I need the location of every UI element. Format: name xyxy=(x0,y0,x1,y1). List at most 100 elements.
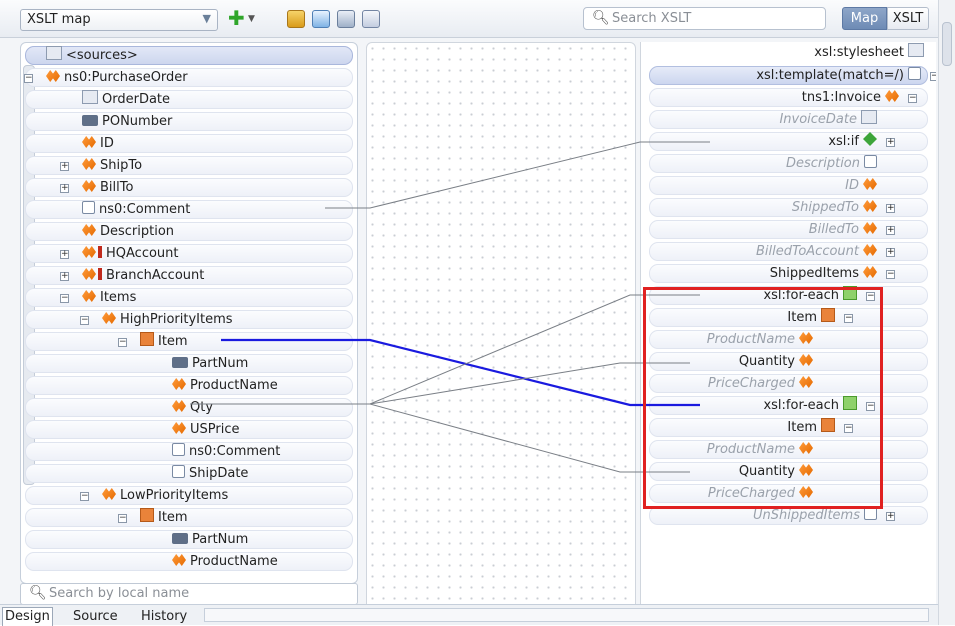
target-node[interactable]: ProductName xyxy=(649,330,928,349)
source-node-label-wrap: ns0:Comment xyxy=(172,442,280,461)
source-node[interactable]: − Items xyxy=(25,288,353,307)
source-node[interactable]: ns0:Comment xyxy=(25,442,353,461)
target-node[interactable]: Description xyxy=(649,154,928,173)
source-node[interactable]: ID xyxy=(25,134,353,153)
target-node[interactable]: + UnShippedItems xyxy=(649,506,928,525)
source-node[interactable]: + ShipTo xyxy=(25,156,353,175)
target-node[interactable]: PriceCharged xyxy=(649,374,928,393)
target-node[interactable]: InvoiceDate xyxy=(649,110,928,129)
target-node[interactable]: − ShippedItems xyxy=(649,264,928,283)
attribute-icon xyxy=(172,357,188,368)
target-node[interactable]: − xsl:for-each xyxy=(649,286,928,305)
tab-xslt[interactable]: XSLT xyxy=(887,7,929,30)
target-node[interactable]: ID xyxy=(649,176,928,195)
collapse-icon[interactable]: − xyxy=(908,94,917,103)
source-node-label: BranchAccount xyxy=(106,268,205,283)
source-node[interactable]: Description xyxy=(25,222,353,241)
target-node[interactable]: − xsl:template(match=/) xyxy=(649,66,936,85)
expand-icon[interactable]: + xyxy=(60,184,69,193)
collapse-icon[interactable]: − xyxy=(866,402,875,411)
source-node[interactable]: PartNum xyxy=(25,354,353,373)
target-node[interactable]: ProductName xyxy=(649,440,928,459)
collapse-icon[interactable]: − xyxy=(118,338,127,347)
local-name-search-input[interactable]: 🔍︎ Search by local name xyxy=(20,583,358,605)
expand-icon[interactable]: + xyxy=(60,250,69,259)
expand-icon[interactable]: + xyxy=(60,272,69,281)
tab-map[interactable]: Map xyxy=(842,7,887,30)
source-node[interactable]: − ns0:PurchaseOrder xyxy=(24,68,353,87)
target-node[interactable]: + BilledTo xyxy=(649,220,928,239)
collapse-icon[interactable]: − xyxy=(60,294,69,303)
expand-icon[interactable]: + xyxy=(886,138,895,147)
collapse-icon[interactable]: − xyxy=(118,514,127,523)
source-node[interactable]: OrderDate xyxy=(25,90,353,109)
source-node[interactable]: + BranchAccount xyxy=(25,266,353,285)
collapse-icon[interactable]: − xyxy=(80,492,89,501)
tab-design[interactable]: Design xyxy=(2,607,53,626)
target-node[interactable]: − Item xyxy=(649,308,928,327)
search-icon: 🔍︎ xyxy=(29,585,47,601)
collapse-icon[interactable]: − xyxy=(844,424,853,433)
source-node-label: ns0:Comment xyxy=(99,202,191,217)
collapse-icon[interactable]: − xyxy=(80,316,89,325)
expand-icon[interactable]: + xyxy=(886,226,895,235)
target-node[interactable]: + ShippedTo xyxy=(649,198,928,217)
target-scrollbar[interactable] xyxy=(938,0,955,625)
expand-icon[interactable]: + xyxy=(886,248,895,257)
target-node[interactable]: + xsl:if xyxy=(649,132,928,151)
source-node[interactable]: PartNum xyxy=(25,530,353,549)
target-node-label: xsl:for-each xyxy=(763,398,839,413)
source-node[interactable]: − Item xyxy=(25,508,353,527)
source-node[interactable]: ns0:Comment xyxy=(25,200,353,219)
properties-icon[interactable] xyxy=(362,10,380,28)
mapping-canvas[interactable] xyxy=(366,42,636,616)
test-run-icon[interactable] xyxy=(312,10,330,28)
source-node[interactable]: <sources> xyxy=(25,46,353,65)
source-node[interactable]: − LowPriorityItems xyxy=(25,486,353,505)
source-node[interactable]: − HighPriorityItems xyxy=(25,310,353,329)
collapse-icon[interactable]: − xyxy=(24,74,33,83)
source-node[interactable]: ShipDate xyxy=(25,464,353,483)
target-node-label-wrap: Item xyxy=(787,308,835,327)
expand-icon[interactable]: + xyxy=(60,162,69,171)
map-type-select[interactable]: XSLT map ▼ xyxy=(20,9,218,31)
source-node[interactable]: ProductName xyxy=(25,376,353,395)
source-node[interactable]: ProductName xyxy=(25,552,353,571)
target-node-label-wrap: Quantity xyxy=(739,462,813,481)
target-node[interactable]: Quantity xyxy=(649,352,928,371)
source-node[interactable]: + BillTo xyxy=(25,178,353,197)
source-node-label-wrap: BillTo xyxy=(82,178,133,197)
expand-icon[interactable]: + xyxy=(886,204,895,213)
target-node[interactable]: xsl:stylesheet xyxy=(649,43,928,63)
tab-source[interactable]: Source xyxy=(70,607,121,626)
source-node[interactable]: USPrice xyxy=(25,420,353,439)
collapse-icon[interactable]: − xyxy=(930,72,936,81)
horizontal-scrollbar[interactable] xyxy=(204,608,929,622)
tab-history[interactable]: History xyxy=(138,607,190,626)
target-node[interactable]: − Item xyxy=(649,418,928,437)
attribute-icon xyxy=(82,115,98,126)
target-node-label-wrap: PriceCharged xyxy=(708,484,813,503)
source-node-label-wrap: Items xyxy=(82,288,136,307)
source-node[interactable]: + HQAccount xyxy=(25,244,353,263)
attribute-icon xyxy=(172,533,188,544)
scrollbar-thumb[interactable] xyxy=(942,22,952,66)
source-node[interactable]: Qty xyxy=(25,398,353,417)
add-icon[interactable]: ✚ xyxy=(228,8,246,28)
target-node[interactable]: − tns1:Invoice xyxy=(649,88,928,107)
expand-icon[interactable]: + xyxy=(886,512,895,521)
target-node[interactable]: + BilledToAccount xyxy=(649,242,928,261)
collapse-icon[interactable]: − xyxy=(844,314,853,323)
collapse-icon[interactable]: − xyxy=(866,292,875,301)
source-node[interactable]: PONumber xyxy=(25,112,353,131)
generate-report-icon[interactable] xyxy=(337,10,355,28)
target-node[interactable]: PriceCharged xyxy=(649,484,928,503)
target-node[interactable]: − xsl:for-each xyxy=(649,396,928,415)
add-dropdown-icon[interactable]: ▼ xyxy=(248,10,256,28)
source-node[interactable]: − Item xyxy=(25,332,353,351)
collapse-icon[interactable]: − xyxy=(886,270,895,279)
target-node[interactable]: Quantity xyxy=(649,462,928,481)
binoculars-icon[interactable] xyxy=(287,10,305,28)
search-xslt-input[interactable]: 🔍︎ Search XSLT xyxy=(583,7,826,30)
element-icon xyxy=(799,464,813,476)
